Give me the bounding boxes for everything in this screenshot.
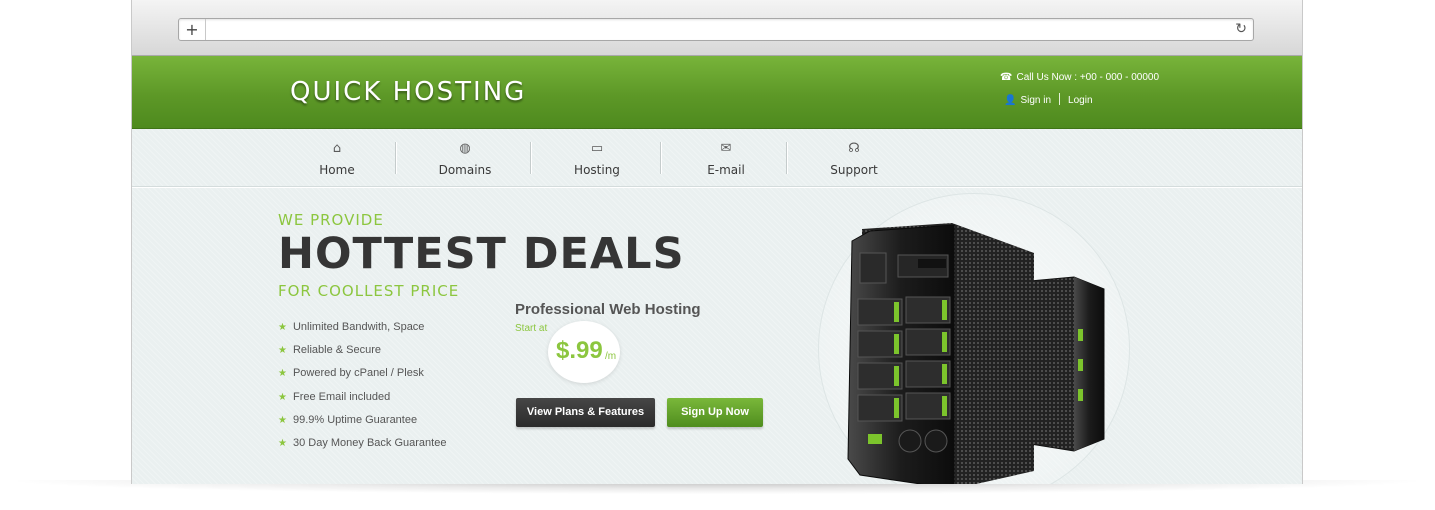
nav-item-email[interactable]: ✉ E-mail bbox=[694, 141, 758, 181]
price-value: $.99 bbox=[556, 337, 603, 364]
main-content: ⌂ Home ◍ Domains ▭ Hosting ✉ E-mail ☊ Su… bbox=[132, 129, 1302, 484]
list-item: ★ 99.9% Uptime Guarantee bbox=[278, 413, 446, 436]
link-divider bbox=[1059, 93, 1061, 105]
start-at-label: Start at bbox=[515, 323, 548, 334]
envelope-icon: ✉ bbox=[720, 141, 732, 156]
login-link[interactable]: Login bbox=[1068, 95, 1092, 106]
nav-item-hosting[interactable]: ▭ Hosting bbox=[564, 141, 630, 181]
plus-icon[interactable]: + bbox=[179, 19, 206, 40]
server-rack-icon bbox=[847, 223, 1105, 484]
monitor-icon: ▭ bbox=[590, 141, 604, 156]
user-icon: 👤 bbox=[1004, 95, 1017, 106]
nav-item-home[interactable]: ⌂ Home bbox=[307, 141, 367, 181]
nav-divider bbox=[530, 142, 531, 174]
star-icon: ★ bbox=[278, 437, 287, 449]
nav-label-home: Home bbox=[319, 163, 355, 177]
feature-text: 99.9% Uptime Guarantee bbox=[292, 413, 418, 426]
star-icon: ★ bbox=[278, 322, 287, 333]
home-icon: ⌂ bbox=[332, 141, 342, 156]
headset-icon: ☊ bbox=[848, 141, 860, 156]
feature-text: Powered by cPanel / Plesk bbox=[292, 367, 424, 380]
browser-toolbar: + ↻ bbox=[132, 0, 1302, 56]
address-bar[interactable]: + ↻ bbox=[178, 18, 1254, 41]
hero-kicker: WE PROVIDE bbox=[278, 211, 384, 229]
account-links: 👤 Sign in Login bbox=[1004, 93, 1093, 107]
star-icon: ★ bbox=[278, 391, 287, 403]
browser-window: + ↻ QUICK HOSTING ☎ Call Us Now : +00 - 0… bbox=[131, 0, 1303, 484]
call-us: ☎ Call Us Now : +00 - 000 - 00000 bbox=[1000, 71, 1159, 84]
nav-label-domains: Domains bbox=[438, 163, 492, 177]
list-item: ★ Unlimited Bandwith, Space bbox=[278, 320, 446, 343]
star-icon: ★ bbox=[278, 345, 287, 357]
site-header: QUICK HOSTING ☎ Call Us Now : +00 - 000 -… bbox=[132, 56, 1302, 129]
list-item: ★ 30 Day Money Back Guarantee bbox=[278, 436, 446, 459]
call-us-text: Call Us Now : +00 - 000 - 00000 bbox=[1016, 72, 1160, 83]
star-icon: ★ bbox=[278, 368, 287, 380]
nav-label-support: Support bbox=[830, 163, 878, 177]
site-logo[interactable]: QUICK HOSTING bbox=[290, 77, 526, 107]
nav-label-email: E-mail bbox=[707, 163, 745, 177]
list-item: ★ Free Email included bbox=[278, 390, 446, 413]
list-item: ★ Reliable & Secure bbox=[278, 343, 446, 366]
product-title: Professional Web Hosting bbox=[515, 301, 701, 318]
price-unit: /m bbox=[605, 351, 617, 362]
star-icon: ★ bbox=[278, 414, 287, 426]
feature-text: Reliable & Secure bbox=[292, 344, 382, 357]
reload-icon[interactable]: ↻ bbox=[1235, 19, 1247, 40]
hero-headline: HOTTEST DEALS bbox=[278, 229, 685, 279]
phone-icon: ☎ bbox=[1000, 72, 1013, 83]
price-badge: $.99 /m bbox=[548, 321, 620, 383]
sign-up-button[interactable]: Sign Up Now bbox=[667, 398, 763, 427]
hero-subline: FOR COOLLEST PRICE bbox=[278, 282, 460, 300]
nav-item-support[interactable]: ☊ Support bbox=[820, 141, 888, 181]
nav-divider bbox=[786, 142, 787, 174]
globe-icon: ◍ bbox=[459, 141, 471, 156]
nav-item-domains[interactable]: ◍ Domains bbox=[430, 141, 500, 181]
nav-divider bbox=[660, 142, 661, 174]
list-item: ★ Powered by cPanel / Plesk bbox=[278, 366, 446, 389]
feature-text: 30 Day Money Back Guarantee bbox=[292, 436, 447, 449]
view-plans-button[interactable]: View Plans & Features bbox=[516, 398, 655, 427]
server-illustration bbox=[812, 189, 1142, 484]
feature-text: Unlimited Bandwith, Space bbox=[292, 321, 425, 333]
sign-in-link[interactable]: Sign in bbox=[1020, 95, 1051, 106]
nav-label-hosting: Hosting bbox=[574, 163, 620, 177]
feature-list: ★ Unlimited Bandwith, Space ★ Reliable & S… bbox=[278, 320, 446, 459]
nav-divider bbox=[395, 142, 396, 174]
main-nav: ⌂ Home ◍ Domains ▭ Hosting ✉ E-mail ☊ Su… bbox=[132, 129, 1302, 187]
feature-text: Free Email included bbox=[292, 390, 391, 403]
